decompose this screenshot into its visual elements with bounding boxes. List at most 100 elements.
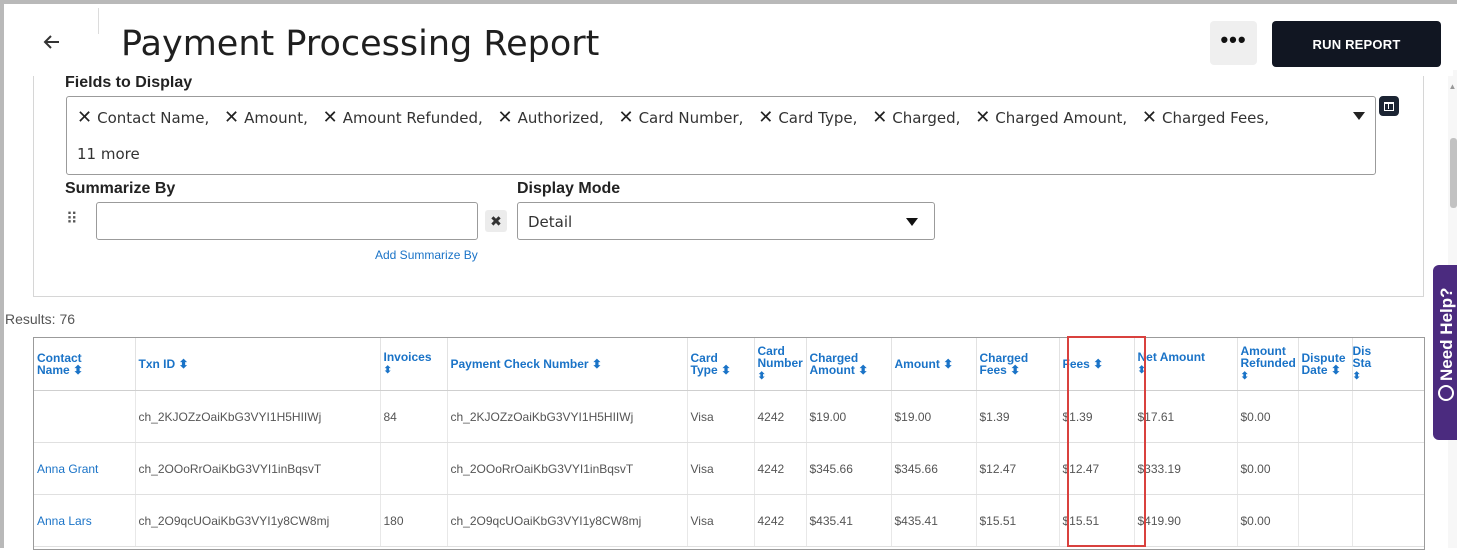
field-chip: ✕ Charged Amount, <box>975 107 1128 128</box>
field-chip: ✕ Card Number, <box>618 107 744 128</box>
column-header[interactable]: Amount ⬍ <box>891 338 977 391</box>
field-chip: ✕ Amount, <box>224 107 308 128</box>
results-count: Results: 76 <box>5 311 76 327</box>
payment-check-number: ch_2OOoRrOaiKbG3VYI1inBqsvT <box>447 442 688 495</box>
field-chip: ✕ Amount Refunded, <box>322 107 483 128</box>
contact-name[interactable]: Anna Grant <box>34 442 136 495</box>
results-table: Contact Name ⬍ Txn ID ⬍ Invoices ⬍ Payment… <box>33 337 1425 550</box>
remove-chip-icon[interactable]: ✕ <box>758 107 773 128</box>
column-header[interactable]: Net Amount ⬍ <box>1134 338 1238 391</box>
amount-refunded: $0.00 <box>1237 494 1299 547</box>
dropdown-caret-icon <box>906 218 918 226</box>
card-number: 4242 <box>754 442 807 495</box>
scroll-up-icon[interactable]: ▲ <box>1448 82 1457 92</box>
column-header[interactable]: Card Type ⬍ <box>687 338 755 391</box>
more-icon: ••• <box>1220 27 1247 52</box>
card-number: 4242 <box>754 390 807 443</box>
txn-id: ch_2KJOZzOaiKbG3VYI1H5HIIWj <box>135 390 381 443</box>
charged-fees: $15.51 <box>976 494 1060 547</box>
summarize-by-input[interactable] <box>96 202 478 240</box>
remove-chip-icon[interactable]: ✕ <box>872 107 887 128</box>
invoices: 180 <box>380 494 448 547</box>
display-mode-label: Display Mode <box>517 180 621 197</box>
remove-chip-icon[interactable]: ✕ <box>618 107 633 128</box>
field-chip: ✕ Charged, <box>872 107 961 128</box>
payment-check-number: ch_2O9qcUOaiKbG3VYI1y8CW8mj <box>447 494 688 547</box>
need-help-label: Need Help? <box>1437 287 1456 381</box>
fields-to-display-select[interactable]: ✕ Contact Name, ✕ Amount, ✕ Amount Refunded… <box>66 96 1376 175</box>
column-header[interactable]: Charged Fees ⬍ <box>976 338 1060 391</box>
header-divider <box>98 8 99 34</box>
field-chip: ✕ Card Type, <box>758 107 858 128</box>
contact-name[interactable] <box>34 390 136 443</box>
net-amount: $419.90 <box>1134 494 1238 547</box>
column-header[interactable]: Txn ID ⬍ <box>135 338 381 391</box>
more-fields-link[interactable]: 11 more <box>77 145 140 163</box>
dispute-status <box>1352 442 1424 495</box>
column-header[interactable]: Charged Amount ⬍ <box>806 338 892 391</box>
txn-id: ch_2O9qcUOaiKbG3VYI1y8CW8mj <box>135 494 381 547</box>
card-number: 4242 <box>754 494 807 547</box>
column-toggle-icon[interactable] <box>1379 96 1399 116</box>
table-row: Anna Lars ch_2O9qcUOaiKbG3VYI1y8CW8mj 18… <box>34 494 1424 547</box>
charged-fees: $1.39 <box>976 390 1060 443</box>
table-header-row: Contact Name ⬍ Txn ID ⬍ Invoices ⬍ Payment… <box>34 338 1424 391</box>
charged-amount: $345.66 <box>806 442 892 495</box>
fees: $15.51 <box>1059 494 1135 547</box>
remove-chip-icon[interactable]: ✕ <box>1142 107 1157 128</box>
help-icon <box>1438 385 1454 401</box>
txn-id: ch_2OOoRrOaiKbG3VYI1inBqsvT <box>135 442 381 495</box>
remove-chip-icon[interactable]: ✕ <box>323 107 338 128</box>
net-amount: $17.61 <box>1134 390 1238 443</box>
remove-chip-icon[interactable]: ✕ <box>77 107 92 128</box>
amount: $19.00 <box>891 390 977 443</box>
dispute-status <box>1352 494 1424 547</box>
page-title: Payment Processing Report <box>121 24 600 64</box>
column-header[interactable]: Dis Sta ⬍ <box>1352 338 1424 391</box>
card-type: Visa <box>687 494 755 547</box>
remove-chip-icon[interactable]: ✕ <box>975 107 990 128</box>
contact-name[interactable]: Anna Lars <box>34 494 136 547</box>
need-help-tab[interactable]: Need Help? <box>1433 265 1457 440</box>
dispute-date <box>1298 442 1353 495</box>
summarize-by-label: Summarize By <box>65 180 176 197</box>
scrollbar-thumb[interactable] <box>1450 138 1457 208</box>
dispute-date <box>1298 494 1353 547</box>
table-row: Anna Grant ch_2OOoRrOaiKbG3VYI1inBqsvT c… <box>34 442 1424 495</box>
remove-chip-icon[interactable]: ✕ <box>224 107 239 128</box>
charged-amount: $435.41 <box>806 494 892 547</box>
invoices <box>380 442 448 495</box>
payment-check-number: ch_2KJOZzOaiKbG3VYI1H5HIIWj <box>447 390 688 443</box>
column-header[interactable]: Contact Name ⬍ <box>34 338 136 391</box>
column-header[interactable]: Card Number ⬍ <box>754 338 807 391</box>
field-chip: ✕ Contact Name, <box>77 107 210 128</box>
dispute-date <box>1298 390 1353 443</box>
card-type: Visa <box>687 390 755 443</box>
display-mode-select[interactable]: Detail <box>517 202 935 240</box>
dropdown-caret-icon[interactable] <box>1353 112 1365 120</box>
window-frame-left <box>0 0 4 548</box>
fields-to-display-label: Fields to Display <box>65 74 193 91</box>
charged-fees: $12.47 <box>976 442 1060 495</box>
amount-refunded: $0.00 <box>1237 390 1299 443</box>
remove-chip-icon[interactable]: ✕ <box>498 107 513 128</box>
fees: $1.39 <box>1059 390 1135 443</box>
column-header[interactable]: Amount Refunded ⬍ <box>1237 338 1299 391</box>
column-header-fees[interactable]: Fees ⬍ <box>1059 338 1135 391</box>
column-header[interactable]: Invoices ⬍ <box>380 338 448 391</box>
column-header[interactable]: Dispute Date ⬍ <box>1298 338 1353 391</box>
display-mode-value: Detail <box>528 213 573 231</box>
card-type: Visa <box>687 442 755 495</box>
run-report-button[interactable]: RUN REPORT <box>1272 21 1441 67</box>
back-arrow-icon <box>43 35 59 49</box>
amount-refunded: $0.00 <box>1237 442 1299 495</box>
back-button[interactable] <box>40 28 64 56</box>
column-header[interactable]: Payment Check Number ⬍ <box>447 338 688 391</box>
clear-icon[interactable]: ✖ <box>485 210 507 232</box>
more-options-button[interactable]: ••• <box>1210 21 1257 65</box>
table-row: ch_2KJOZzOaiKbG3VYI1H5HIIWj 84 ch_2KJOZz… <box>34 390 1424 443</box>
invoices: 84 <box>380 390 448 443</box>
drag-handle-icon[interactable]: ⠿ <box>66 209 84 231</box>
add-summarize-by-link[interactable]: Add Summarize By <box>375 248 478 262</box>
field-chip: ✕ Charged Fees, <box>1141 107 1269 128</box>
